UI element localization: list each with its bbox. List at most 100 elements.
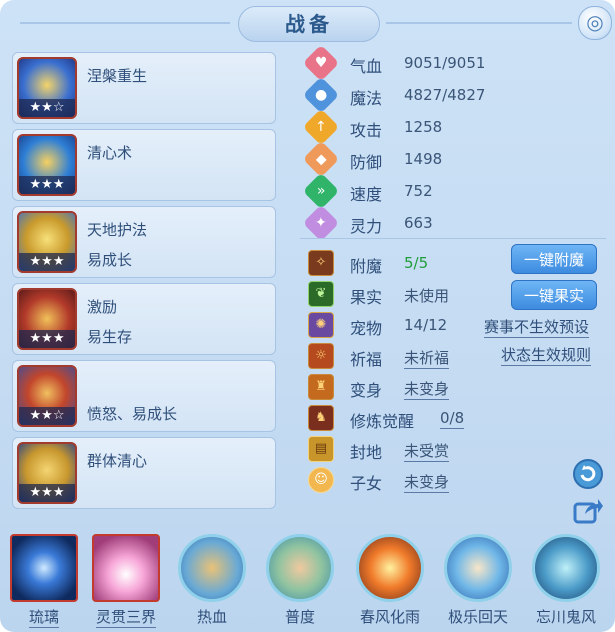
bottom-skill-label: 普度: [284, 608, 315, 626]
skill-card[interactable]: ★★★ 群体清心: [12, 437, 276, 509]
skill-card[interactable]: ★★★ 激励 易生存: [12, 283, 276, 355]
transform-value[interactable]: 未变身: [404, 380, 450, 400]
stat-label: 速度: [350, 185, 383, 204]
enchant-icon: ✧: [308, 250, 334, 276]
skill-subtitle: 易生存: [87, 328, 133, 346]
speed-icon: »: [302, 172, 340, 210]
skill-salvation-icon[interactable]: [266, 534, 334, 602]
page-title: 战备: [238, 6, 380, 42]
stat-label: 攻击: [350, 121, 383, 140]
title-divider-left: [20, 22, 230, 24]
stat-row-spirit: ✦ 灵力 663: [302, 204, 508, 242]
stat-row-speed: » 速度 752: [302, 172, 508, 210]
bottom-skill-label: 极乐回天: [447, 608, 508, 626]
attr-row-children: ☺ 子女 未变身: [308, 467, 608, 495]
one-click-fruit-button[interactable]: 一键果实: [511, 280, 597, 310]
skill-bliss-revive-icon[interactable]: [444, 534, 512, 602]
close-button[interactable]: ◎: [578, 6, 612, 40]
rules-link-label[interactable]: 状态生效规则: [501, 346, 592, 366]
skill-card[interactable]: ★★☆ 愤怒、易成长: [12, 360, 276, 432]
pet-icon: ✺: [308, 312, 334, 338]
close-icon: ◎: [586, 10, 604, 34]
attr-label: 封地: [350, 443, 383, 462]
stat-row-defense: ◆ 防御 1498: [302, 140, 508, 178]
children-value[interactable]: 未变身: [404, 473, 450, 493]
skill-subtitle: 愤怒、易成长: [87, 405, 178, 423]
attack-icon: ↑: [302, 108, 340, 146]
stat-row-attack: ↑ 攻击 1258: [302, 108, 508, 146]
bottom-skill-label[interactable]: 琉璃: [2, 606, 86, 628]
skill-stars: ★★★: [19, 330, 75, 348]
attr-label: 果实: [350, 288, 383, 307]
fruit-icon: ❦: [308, 281, 334, 307]
skill-card[interactable]: ★★★ 天地护法 易成长: [12, 206, 276, 278]
stat-row-mp: ● 魔法 4827/4827: [302, 76, 508, 114]
skill-ghost-wind-icon[interactable]: [532, 534, 600, 602]
skill-spring-rain-icon[interactable]: [356, 534, 424, 602]
attr-row-fief: ▤ 封地 未受赏: [308, 436, 608, 464]
one-click-enchant-button[interactable]: 一键附魔: [511, 244, 597, 274]
skill-name: 涅槃重生: [87, 67, 148, 85]
spirit-icon: ✦: [302, 204, 340, 242]
transform-link[interactable]: 未变身: [404, 378, 450, 400]
rules-link[interactable]: 状态生效规则: [501, 344, 592, 366]
fief-value[interactable]: 未受赏: [404, 442, 450, 462]
stat-label: 魔法: [350, 89, 383, 108]
skill-icon-inspire: ★★★: [17, 288, 77, 350]
skill-icon-group-clear: ★★★: [17, 442, 77, 504]
refresh-icon[interactable]: [572, 458, 604, 490]
share-icon[interactable]: [572, 494, 604, 526]
skill-icon-bowl: ★★☆: [17, 365, 77, 427]
skill-name: 群体清心: [87, 452, 148, 470]
transform-icon: ♜: [308, 374, 334, 400]
skill-name: 天地护法: [87, 221, 148, 239]
skill-icon-guardian: ★★★: [17, 211, 77, 273]
skill-stars: ★★★: [19, 176, 75, 194]
stat-value: 663: [404, 214, 433, 232]
skill-hot-blood-icon[interactable]: [178, 534, 246, 602]
stat-value: 4827/4827: [404, 86, 486, 104]
preset-link[interactable]: 赛事不生效预设: [484, 316, 590, 338]
child-icon: ☺: [308, 467, 334, 493]
attr-value: 14/12: [404, 316, 448, 334]
attr-value: 未使用: [404, 287, 450, 305]
stat-label: 气血: [350, 57, 383, 76]
bottom-skill-label: 忘川鬼风: [535, 608, 596, 626]
skill-card[interactable]: ★★★ 清心术: [12, 129, 276, 201]
blessing-value[interactable]: 未祈福: [404, 349, 450, 369]
attr-label: 子女: [350, 474, 383, 493]
skill-glass-icon[interactable]: [10, 534, 78, 602]
skill-stars: ★★★: [19, 253, 75, 271]
bottom-skill-label-text[interactable]: 琉璃: [28, 608, 59, 628]
bottom-skill-label[interactable]: 灵贯三界: [84, 606, 168, 628]
attr-label: 变身: [350, 381, 383, 400]
skill-icon-clear-mind: ★★★: [17, 134, 77, 196]
skill-stars: ★★★: [19, 484, 75, 502]
stat-label: 防御: [350, 153, 383, 172]
attr-value: 5/5: [404, 254, 429, 272]
bottom-skill-label: 热血: [196, 608, 227, 626]
stat-row-hp: ♥ 气血 9051/9051: [302, 44, 508, 82]
skill-card[interactable]: ★★☆ 涅槃重生: [12, 52, 276, 124]
bottom-skill-label-text[interactable]: 灵贯三界: [95, 608, 156, 628]
children-link[interactable]: 未变身: [404, 471, 450, 493]
blessing-link[interactable]: 未祈福: [404, 347, 450, 369]
skill-stars: ★★☆: [19, 407, 75, 425]
mana-icon: ●: [302, 76, 340, 114]
cultivation-value[interactable]: 0/8: [440, 409, 465, 429]
stat-value: 752: [404, 182, 433, 200]
cultivation-icon: ♞: [308, 405, 334, 431]
cultivation-link[interactable]: 0/8: [440, 409, 465, 429]
skill-icon-phoenix: ★★☆: [17, 57, 77, 119]
blessing-icon: ☼: [308, 343, 334, 369]
attr-row-cultivation: ♞ 修炼觉醒 0/8: [308, 405, 608, 433]
skill-name: 清心术: [87, 144, 133, 162]
preset-link-label[interactable]: 赛事不生效预设: [484, 318, 590, 338]
fief-icon: ▤: [308, 436, 334, 462]
skill-penetrate-icon[interactable]: [92, 534, 160, 602]
fief-link[interactable]: 未受赏: [404, 440, 450, 462]
skill-name: 激励: [87, 298, 118, 316]
attr-row-transform: ♜ 变身 未变身: [308, 374, 608, 402]
defense-icon: ◆: [302, 140, 340, 178]
battle-prep-panel: 战备 ◎ ★★☆ 涅槃重生 ★★★ 清心术 ★★★ 天地护法 易成长 ★★★ 激…: [0, 0, 615, 632]
